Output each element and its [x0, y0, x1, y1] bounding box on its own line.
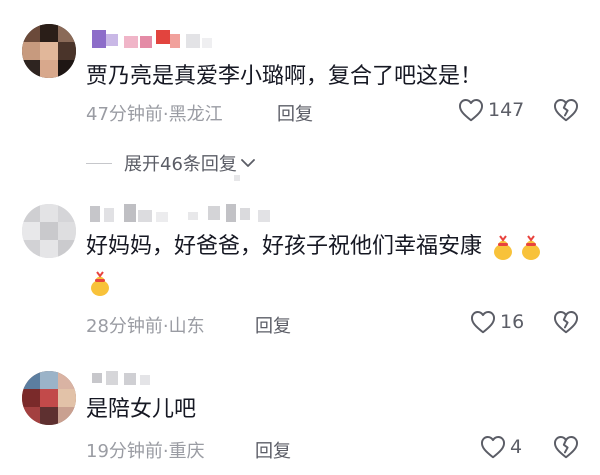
comment-meta: 28分钟前·山东 [86, 312, 205, 338]
lucky-bag-emoji [522, 235, 541, 260]
chevron-down-icon [241, 159, 255, 167]
reply-button[interactable]: 回复 [255, 312, 291, 338]
comment-location: 重庆 [168, 441, 205, 462]
like-button[interactable]: 4 [480, 435, 522, 459]
avatar[interactable] [22, 204, 76, 258]
dislike-button[interactable] [553, 98, 579, 126]
comment-text: 是陪女儿吧 [86, 397, 197, 422]
like-button[interactable]: 147 [458, 98, 524, 122]
reply-button[interactable]: 回复 [277, 100, 313, 126]
broken-heart-icon [553, 311, 579, 334]
heart-outline-icon [480, 436, 506, 459]
heart-outline-icon [470, 311, 496, 334]
avatar[interactable] [22, 371, 76, 425]
comment-location: 黑龙江 [168, 104, 223, 125]
dislike-button[interactable] [553, 310, 579, 338]
expand-replies-label: 展开46条回复 [124, 154, 237, 175]
broken-heart-icon [553, 99, 579, 122]
lucky-bag-emoji [91, 271, 109, 296]
comment-time: 19分钟前 [86, 441, 163, 462]
username-redacted[interactable] [90, 369, 160, 391]
username-redacted[interactable] [90, 204, 280, 226]
username-redacted[interactable] [90, 30, 230, 52]
lucky-bag-emoji [494, 235, 513, 260]
comment-item: 好妈妈，好爸爸，好孩子祝他们幸福安康 28分钟前·山东 回复 16 [0, 190, 600, 355]
comment-text-content: 好妈妈，好爸爸，好孩子祝他们幸福安康 [86, 234, 483, 259]
comment-item: 贾乃亮是真爱李小璐啊，复合了吧这是！ 47分钟前·黑龙江 回复 147 展开46… [0, 0, 600, 190]
like-count: 147 [488, 99, 525, 121]
broken-heart-icon [553, 436, 579, 459]
reply-button[interactable]: 回复 [255, 437, 291, 463]
comment-time: 28分钟前 [86, 316, 163, 337]
comment-text-wrap [86, 268, 114, 298]
like-count: 16 [500, 311, 525, 333]
comment-location: 山东 [168, 316, 205, 337]
comment-item: 是陪女儿吧 19分钟前·重庆 回复 4 [0, 355, 600, 475]
expand-replies-button[interactable]: 展开46条回复 [86, 150, 256, 176]
heart-outline-icon [458, 99, 484, 122]
avatar[interactable] [22, 24, 76, 78]
comment-text: 好妈妈，好爸爸，好孩子祝他们幸福安康 [86, 232, 545, 262]
comment-meta: 47分钟前·黑龙江 [86, 100, 223, 126]
like-button[interactable]: 16 [470, 310, 524, 334]
comment-meta: 19分钟前·重庆 [86, 437, 205, 463]
divider [86, 162, 112, 164]
comment-time: 47分钟前 [86, 104, 163, 125]
like-count: 4 [510, 436, 523, 458]
dislike-button[interactable] [553, 435, 579, 463]
redaction-dot [234, 175, 240, 181]
comment-text: 贾乃亮是真爱李小璐啊，复合了吧这是！ [86, 64, 483, 89]
